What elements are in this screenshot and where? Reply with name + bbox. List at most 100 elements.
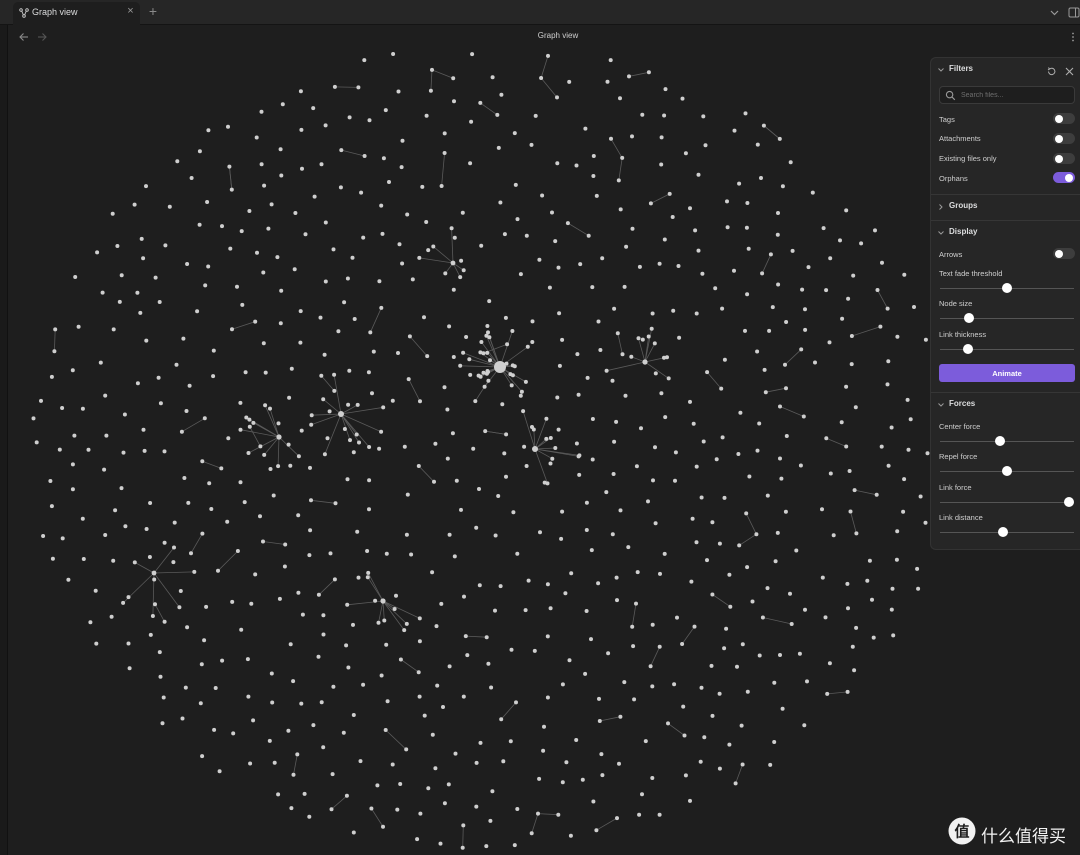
graph-node[interactable] <box>870 597 874 602</box>
graph-node[interactable] <box>465 653 470 658</box>
graph-node[interactable] <box>323 123 328 128</box>
graph-node[interactable] <box>195 309 200 314</box>
graph-node[interactable] <box>844 208 849 213</box>
graph-node[interactable] <box>446 782 451 787</box>
graph-node[interactable] <box>426 786 431 791</box>
graph-node[interactable] <box>853 405 858 410</box>
graph-node[interactable] <box>261 341 266 346</box>
graph-node[interactable] <box>846 296 851 301</box>
graph-node[interactable] <box>717 541 722 546</box>
graph-node[interactable] <box>410 277 415 282</box>
graph-node[interactable] <box>474 525 479 530</box>
graph-node[interactable] <box>70 487 75 492</box>
graph-node[interactable] <box>797 651 802 656</box>
graph-node[interactable] <box>757 653 762 658</box>
graph-node[interactable] <box>279 288 284 293</box>
graph-node[interactable] <box>875 288 880 292</box>
graph-node[interactable] <box>783 509 788 514</box>
graph-node[interactable] <box>740 762 745 767</box>
graph-node[interactable] <box>307 814 312 819</box>
graph-node[interactable] <box>646 70 651 75</box>
graph-node[interactable] <box>70 462 75 467</box>
graph-node[interactable] <box>788 591 792 596</box>
graph-node[interactable] <box>356 575 361 580</box>
graph-node[interactable] <box>568 833 573 838</box>
graph-node[interactable] <box>298 89 303 94</box>
graph-node[interactable] <box>640 792 644 797</box>
graph-node[interactable] <box>358 759 363 764</box>
graph-node[interactable] <box>905 397 910 402</box>
graph-node[interactable] <box>790 248 795 253</box>
forces-section-header[interactable]: Forces <box>931 395 1080 415</box>
graph-node[interactable] <box>471 446 476 451</box>
graph-node[interactable] <box>574 163 579 168</box>
graph-node[interactable] <box>590 417 595 421</box>
graph-node[interactable] <box>231 731 236 736</box>
graph-node[interactable] <box>452 235 457 240</box>
graph-node[interactable] <box>379 429 384 434</box>
graph-node[interactable] <box>259 162 264 167</box>
graph-node[interactable] <box>379 673 384 678</box>
graph-node[interactable] <box>635 570 640 575</box>
graph-node[interactable] <box>489 685 494 690</box>
graph-node[interactable] <box>485 350 490 355</box>
graph-node[interactable] <box>650 622 655 627</box>
graph-node[interactable] <box>422 713 427 718</box>
graph-node[interactable] <box>400 138 405 143</box>
graph-node[interactable] <box>923 520 928 525</box>
graph-node[interactable] <box>442 131 447 136</box>
graph-node[interactable] <box>144 527 149 531</box>
graph-node[interactable] <box>732 268 736 273</box>
graph-node[interactable] <box>381 405 386 410</box>
graph-node[interactable] <box>225 519 230 524</box>
graph-node[interactable] <box>266 226 271 231</box>
tab-graph-view[interactable]: Graph view × <box>13 2 140 25</box>
graph-node[interactable] <box>261 539 265 544</box>
graph-node[interactable] <box>544 436 549 441</box>
graph-node[interactable] <box>318 315 323 320</box>
graph-node[interactable] <box>73 275 78 279</box>
graph-node[interactable] <box>383 728 388 732</box>
graph-node[interactable] <box>759 176 763 180</box>
tags-toggle[interactable] <box>1053 113 1075 124</box>
graph-node[interactable] <box>76 324 81 329</box>
graph-node[interactable] <box>567 658 572 663</box>
graph-node[interactable] <box>319 700 324 705</box>
graph-node[interactable] <box>220 224 224 229</box>
graph-node[interactable] <box>597 696 601 701</box>
graph-node[interactable] <box>109 614 114 619</box>
repel-force-slider[interactable] <box>940 466 1074 476</box>
graph-node[interactable] <box>820 507 824 512</box>
graph-node[interactable] <box>478 100 483 105</box>
graph-node[interactable] <box>153 275 158 280</box>
graph-node[interactable] <box>523 379 528 384</box>
graph-node[interactable] <box>375 783 380 788</box>
graph-node[interactable] <box>653 371 658 376</box>
graph-node[interactable] <box>442 801 447 806</box>
graph-node[interactable] <box>161 695 166 700</box>
graph-node[interactable] <box>739 723 744 728</box>
graph-node[interactable] <box>300 166 304 171</box>
graph-node[interactable] <box>323 220 328 225</box>
graph-node[interactable] <box>779 476 784 481</box>
graph-node[interactable] <box>329 807 334 812</box>
graph-node[interactable] <box>722 357 727 362</box>
graph-node[interactable] <box>599 752 604 757</box>
graph-node[interactable] <box>296 590 301 595</box>
graph-node[interactable] <box>192 569 197 574</box>
graph-node[interactable] <box>620 352 625 357</box>
graph-node[interactable] <box>772 680 777 685</box>
graph-node[interactable] <box>220 658 225 663</box>
graph-node[interactable] <box>309 422 314 427</box>
graph-node[interactable] <box>415 837 420 842</box>
graph-node[interactable] <box>167 204 172 209</box>
graph-node[interactable] <box>640 112 645 117</box>
graph-node[interactable] <box>732 128 737 133</box>
graph-node[interactable] <box>512 131 517 136</box>
graph-node[interactable] <box>671 308 676 313</box>
graph-node[interactable] <box>550 456 555 461</box>
graph-node[interactable] <box>691 421 696 426</box>
graph-node[interactable] <box>148 632 153 637</box>
graph-node[interactable] <box>331 684 336 689</box>
graph-node[interactable] <box>278 147 283 152</box>
